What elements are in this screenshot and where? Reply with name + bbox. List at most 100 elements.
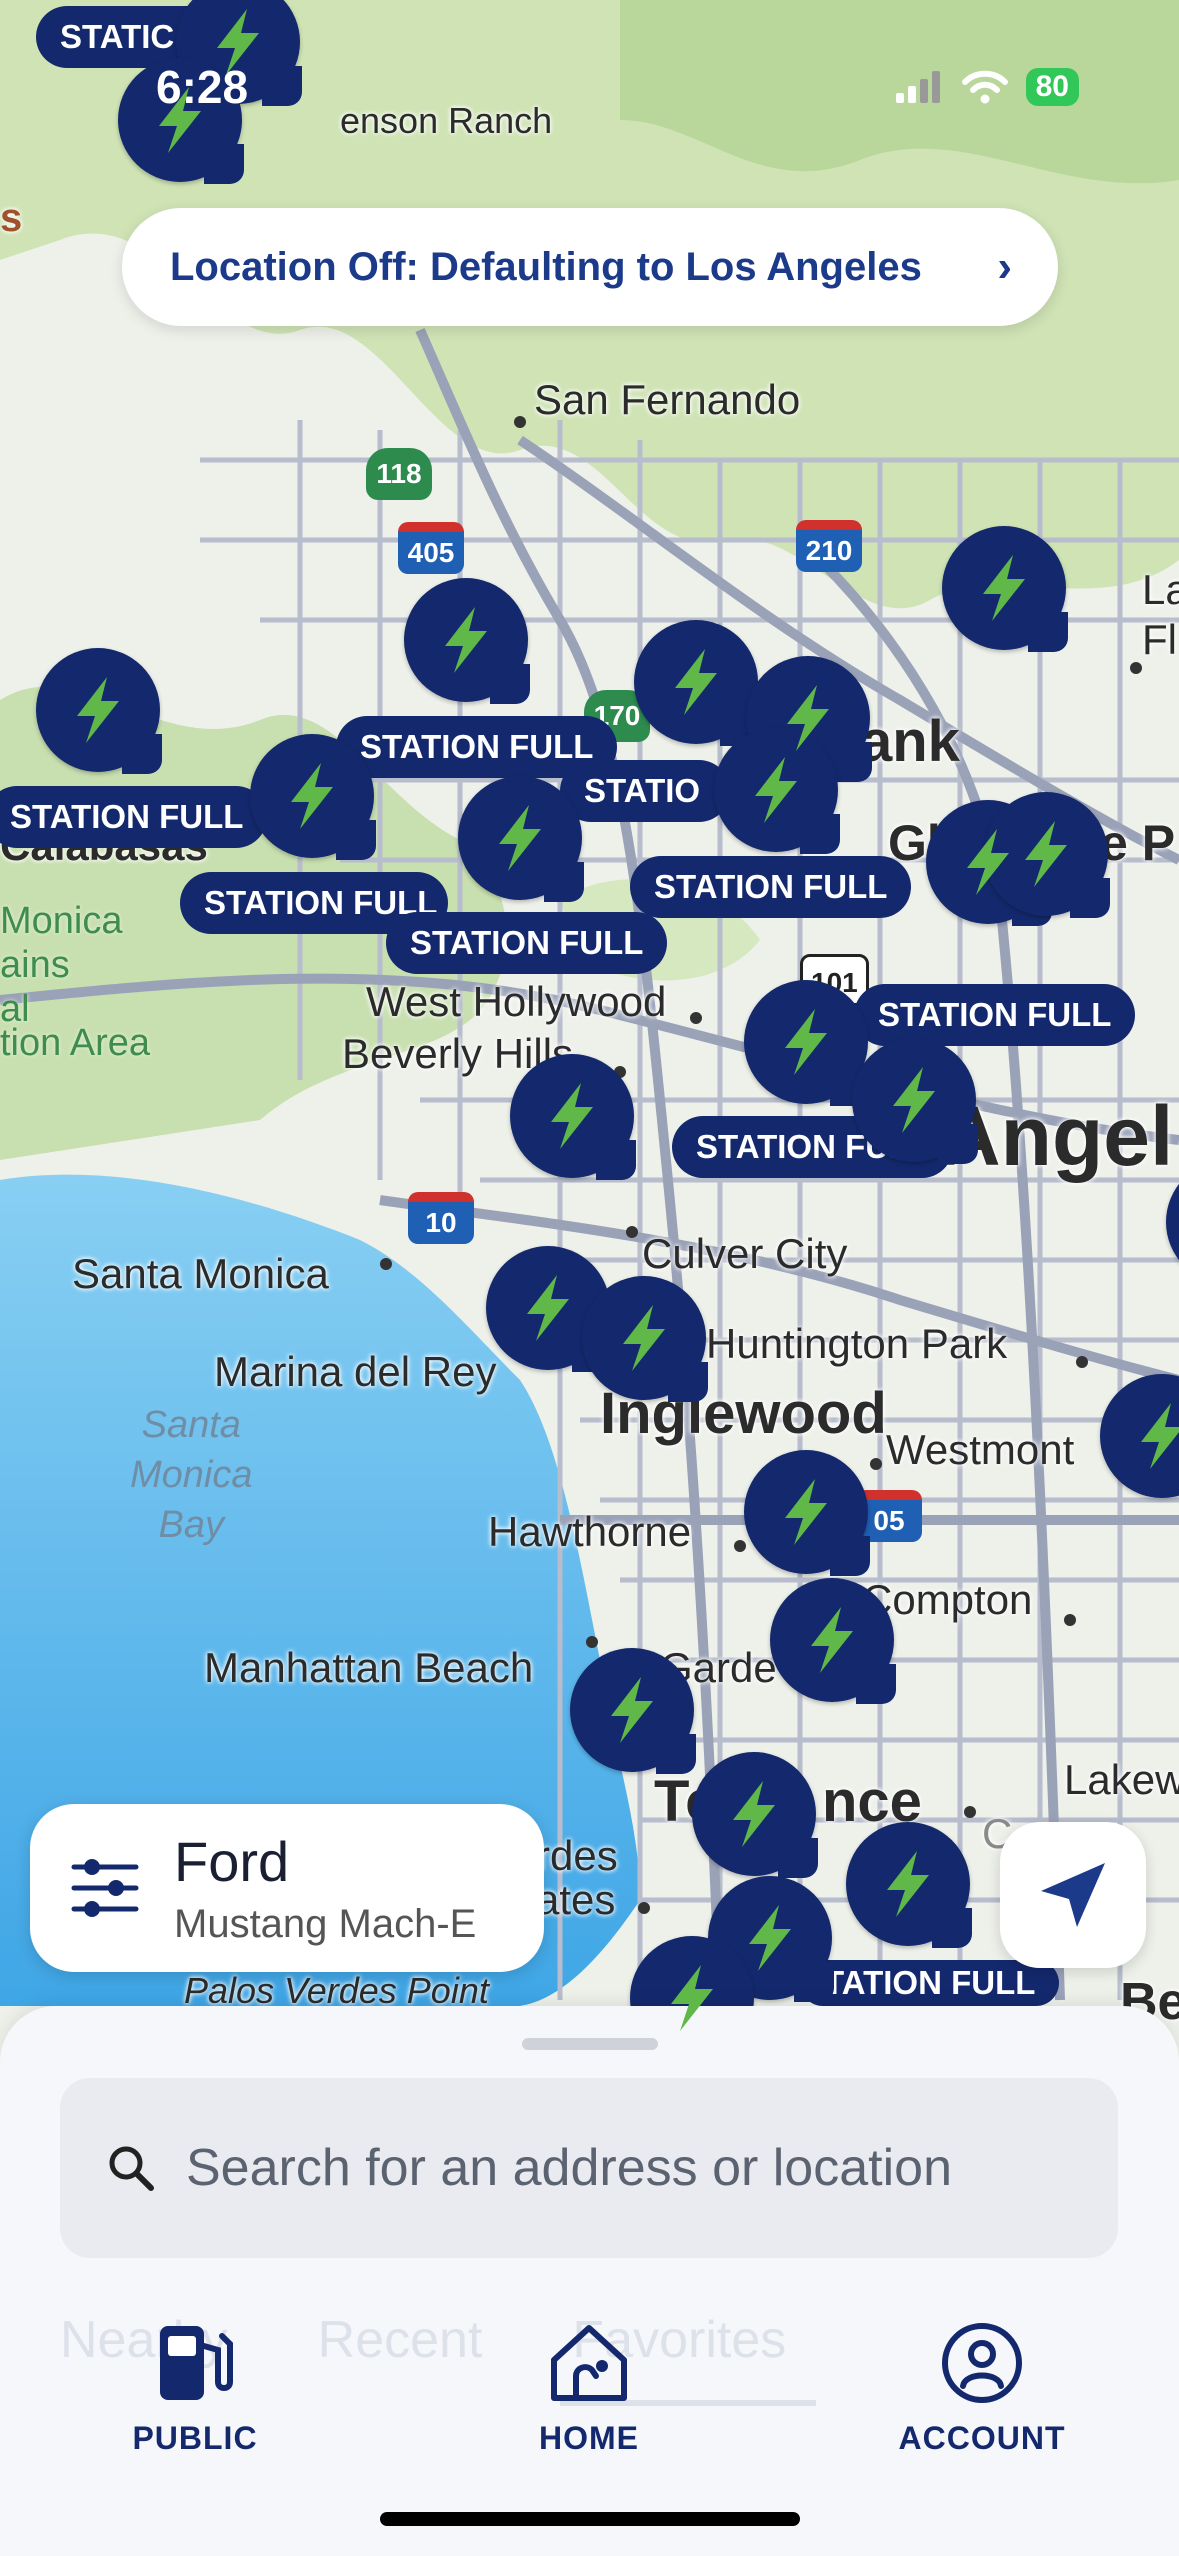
place-dot <box>514 416 526 428</box>
charging-station-pin[interactable] <box>582 1276 708 1402</box>
charging-station-pin[interactable] <box>458 776 584 902</box>
station-full-label[interactable]: STATIO <box>560 760 730 822</box>
tab-account-label: ACCOUNT <box>898 2420 1066 2456</box>
lightning-bolt-icon <box>675 649 717 715</box>
location-off-banner[interactable]: Location Off: Defaulting to Los Angeles … <box>122 208 1058 326</box>
place-dot <box>690 1012 702 1024</box>
place-label: ank <box>860 709 960 774</box>
lightning-bolt-icon <box>733 1781 775 1847</box>
charging-station-pin[interactable] <box>250 734 376 860</box>
highway-shield-118: 118 <box>366 448 432 500</box>
place-label: e P <box>1100 815 1176 871</box>
charging-station-pin[interactable] <box>744 980 870 1106</box>
place-dot <box>380 1258 392 1270</box>
vehicle-selector[interactable]: Ford Mustang Mach-E <box>30 1804 544 1972</box>
station-full-label[interactable]: STATION FULL <box>0 786 268 848</box>
lightning-bolt-icon <box>983 555 1025 621</box>
lightning-bolt-icon <box>1025 821 1067 887</box>
lightning-bolt-icon <box>1141 1403 1179 1469</box>
lightning-bolt-icon <box>159 87 201 153</box>
charging-station-pin[interactable] <box>744 1450 870 1576</box>
status-icons: 80 <box>894 68 1079 106</box>
home-charger-icon <box>551 2325 627 2401</box>
place-label: Fl <box>1142 616 1177 663</box>
battery-indicator: 80 <box>1025 68 1079 106</box>
lightning-bolt-icon <box>811 1607 853 1673</box>
place-dot <box>1076 1356 1088 1368</box>
vehicle-make: Ford <box>174 1830 290 1893</box>
place-dot <box>734 1540 746 1552</box>
sheet-grabber[interactable] <box>522 2038 658 2050</box>
lightning-bolt-icon <box>623 1305 665 1371</box>
wifi-icon <box>961 70 1008 104</box>
chevron-right-icon: › <box>997 242 1012 291</box>
highway-shield-10: 10 <box>408 1192 474 1244</box>
charging-station-pin[interactable] <box>770 1578 896 1704</box>
place-label: Huntington Park <box>706 1320 1008 1367</box>
lightning-bolt-icon <box>893 1067 935 1133</box>
charging-station-pin[interactable] <box>570 1648 696 1774</box>
banner-text: Location Off: Defaulting to Los Angeles <box>170 244 922 289</box>
place-label: Marina del Rey <box>214 1348 497 1395</box>
tab-home-label: HOME <box>539 2420 639 2456</box>
place-label: San Fernando <box>534 376 801 423</box>
place-label: Santa Monica <box>72 1250 329 1297</box>
place-dot <box>1130 662 1142 674</box>
place-label: Culver City <box>642 1230 848 1277</box>
place-label: Westmont <box>886 1426 1075 1473</box>
place-dot <box>964 1806 976 1818</box>
place-dot <box>638 1902 650 1914</box>
account-icon <box>942 2323 1022 2403</box>
lightning-bolt-icon <box>967 829 1009 895</box>
water-label: Santa Monica Bay <box>130 1404 253 1546</box>
search-input[interactable] <box>186 2138 1118 2198</box>
charging-station-pin[interactable] <box>36 648 162 774</box>
place-dot <box>870 1458 882 1470</box>
lightning-bolt-icon <box>291 763 333 829</box>
lightning-bolt-icon <box>749 1905 791 1971</box>
station-full-label[interactable]: STATION FULL <box>854 984 1136 1046</box>
place-label: s <box>0 196 23 240</box>
place-dot <box>626 1226 638 1238</box>
station-full-label[interactable]: TATION FULL <box>800 1960 1060 2006</box>
signal-icon <box>895 71 940 103</box>
location-arrow-icon <box>1041 1863 1105 1927</box>
charging-station-pin[interactable] <box>634 620 760 746</box>
lightning-bolt-icon <box>499 805 541 871</box>
place-label: West Hollywood <box>366 978 667 1025</box>
tab-public[interactable]: PUBLIC <box>95 2320 295 2457</box>
station-full-label[interactable]: STATION FULL <box>386 912 668 974</box>
tab-account[interactable]: ACCOUNT <box>882 2320 1082 2457</box>
charging-station-pin[interactable] <box>692 1752 818 1878</box>
lightning-bolt-icon <box>551 1083 593 1149</box>
place-dot <box>586 1636 598 1648</box>
tab-home[interactable]: HOME <box>489 2320 689 2457</box>
home-indicator <box>380 2512 800 2526</box>
place-label: Lakew <box>1064 1756 1179 1803</box>
search-bar[interactable] <box>60 2078 1118 2258</box>
charging-station-pin[interactable] <box>510 1054 636 1180</box>
station-full-label[interactable]: STATION FULL <box>630 856 912 918</box>
lightning-bolt-icon <box>671 1965 713 2031</box>
place-label: Hawthorne <box>488 1508 692 1555</box>
recenter-location-button[interactable] <box>1000 1822 1146 1968</box>
lightning-bolt-icon <box>785 1009 827 1075</box>
park-label: ains <box>0 944 70 986</box>
lightning-bolt-icon <box>527 1275 569 1341</box>
charging-station-pin[interactable] <box>404 578 530 704</box>
charging-station-pin[interactable] <box>852 1038 978 1164</box>
lightning-bolt-icon <box>755 757 797 823</box>
lightning-bolt-icon <box>785 1479 827 1545</box>
lightning-bolt-icon <box>445 607 487 673</box>
charging-station-pin[interactable] <box>846 1822 972 1948</box>
tab-public-label: PUBLIC <box>132 2420 258 2456</box>
place-dot <box>1064 1614 1076 1626</box>
park-label: tion Area <box>0 1022 150 1064</box>
vehicle-model: Mustang Mach-E <box>174 1902 477 1946</box>
charging-station-pin[interactable] <box>942 526 1068 652</box>
lightning-bolt-icon <box>887 1851 929 1917</box>
place-label: ates <box>536 1876 616 1923</box>
place-label: rdes <box>536 1832 618 1879</box>
lightning-bolt-icon <box>611 1677 653 1743</box>
fuel-pump-icon <box>160 2326 233 2400</box>
